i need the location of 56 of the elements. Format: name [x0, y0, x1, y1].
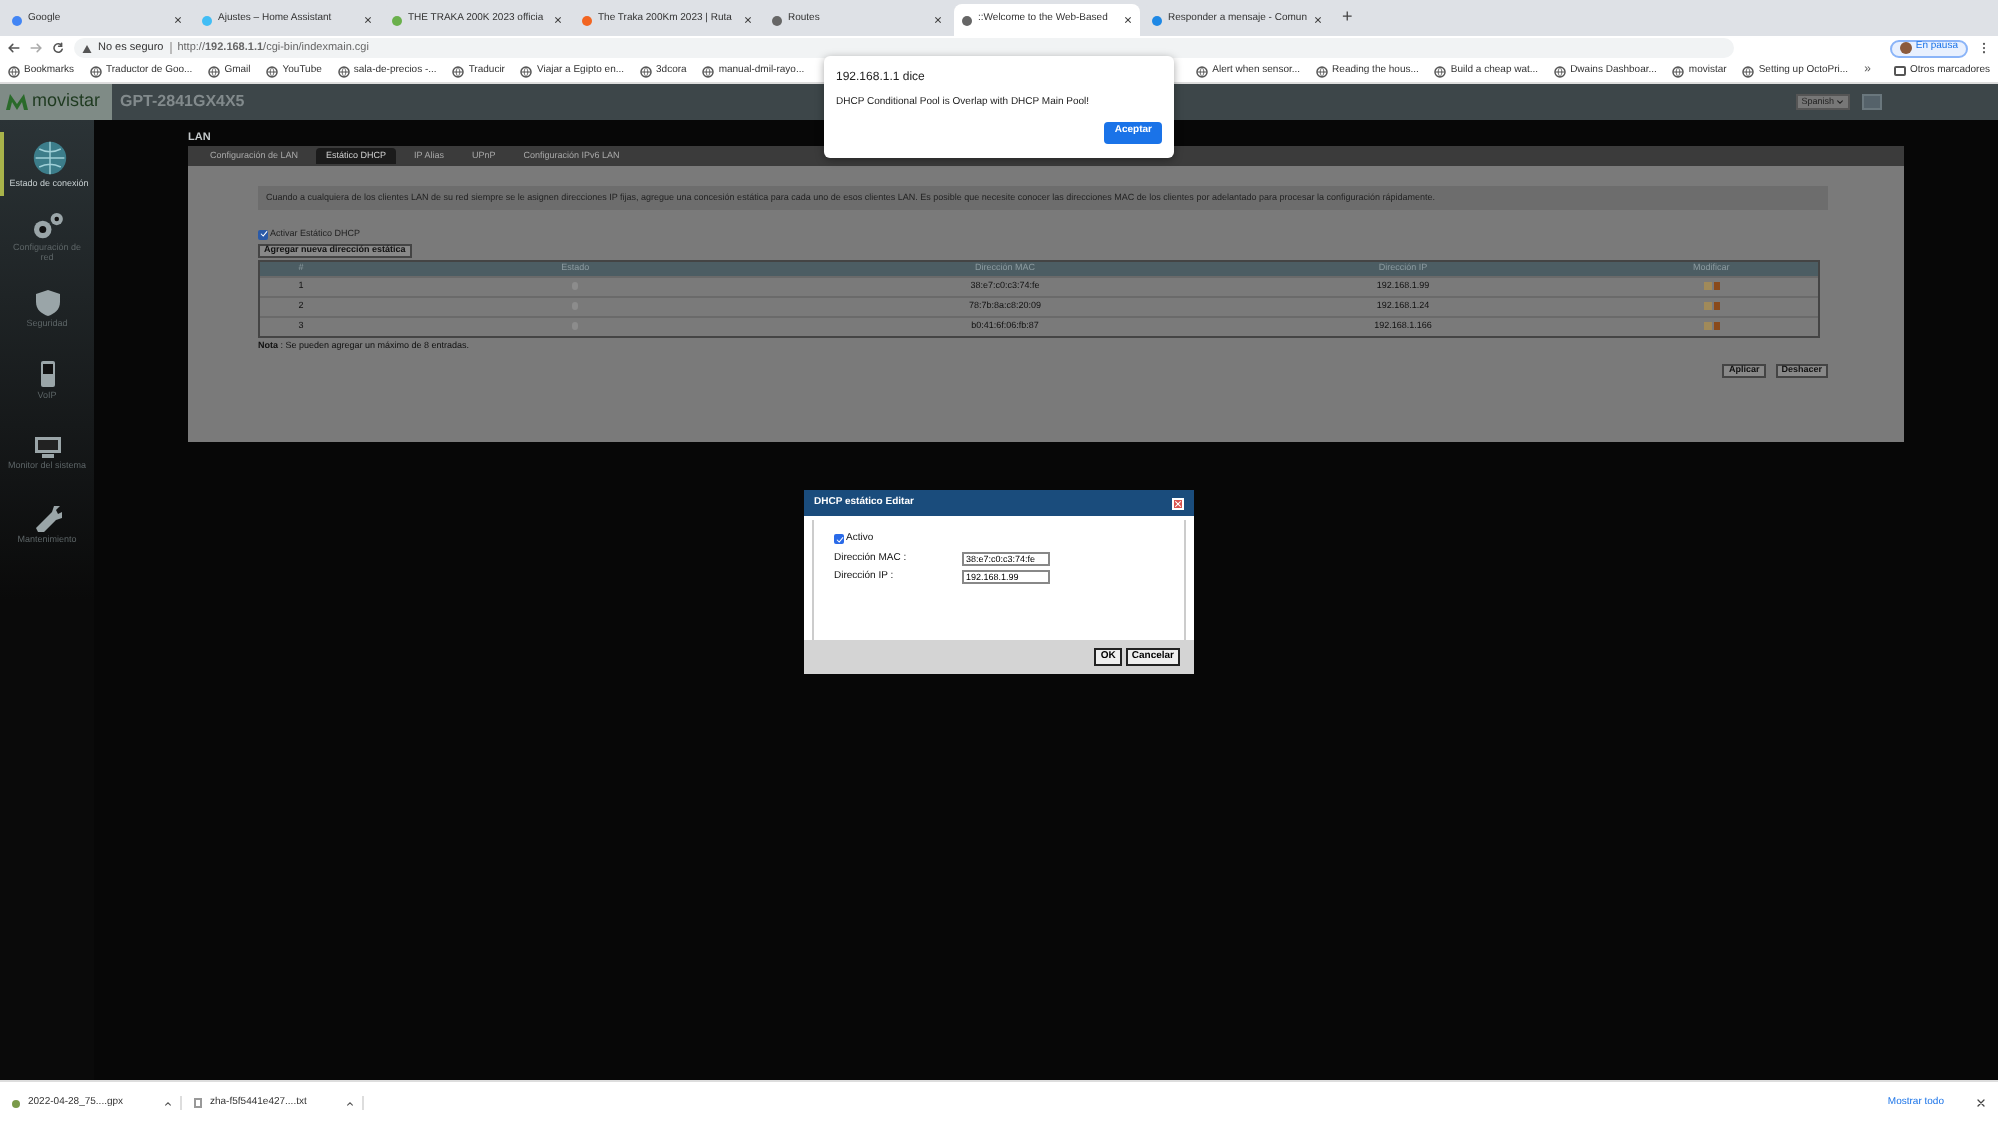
monitor-icon — [33, 435, 61, 457]
menu-icon — [1978, 42, 1990, 54]
reload-icon — [52, 42, 64, 54]
wrench-icon — [31, 504, 63, 532]
favicon-icon — [1152, 15, 1162, 25]
close-icon — [1976, 1098, 1986, 1108]
close-icon — [934, 16, 942, 24]
close-icon — [174, 16, 182, 24]
favicon-icon — [12, 15, 22, 25]
bookmark-icon — [1742, 65, 1755, 77]
bookmark-icon — [208, 65, 221, 77]
file-icon — [194, 1098, 202, 1108]
close-icon — [1314, 16, 1322, 24]
bookmark-icon — [520, 65, 533, 77]
check-icon — [835, 535, 843, 544]
bookmark-icon — [337, 65, 350, 77]
globe-icon — [31, 140, 67, 176]
favicon-icon — [962, 15, 972, 25]
close-icon — [1174, 499, 1182, 507]
bookmark-icon — [1196, 65, 1209, 77]
bookmark-icon — [90, 65, 103, 77]
gears-icon — [29, 211, 65, 239]
shield-icon — [35, 289, 59, 315]
bookmark-icon — [8, 65, 20, 77]
back-arrow-icon — [8, 42, 20, 54]
caret-icon — [1836, 98, 1844, 106]
logout-button[interactable] — [1862, 94, 1882, 110]
close-icon — [364, 16, 372, 24]
file-icon — [12, 1099, 20, 1107]
favicon-icon — [202, 15, 212, 25]
forward-arrow-icon — [30, 42, 42, 54]
favicon-icon — [582, 15, 592, 25]
favicon-icon — [392, 15, 402, 25]
new-tab-button[interactable]: + — [1342, 3, 1353, 30]
phone-icon — [39, 360, 55, 388]
bookmark-icon — [702, 65, 715, 77]
check-icon — [259, 230, 267, 239]
logo-icon — [6, 94, 28, 110]
avatar-icon — [1899, 42, 1912, 54]
warning-icon — [82, 43, 92, 53]
bookmark-icon — [1554, 65, 1567, 77]
logo: movistar — [0, 84, 112, 120]
close-icon — [554, 16, 562, 24]
close-icon — [1124, 16, 1132, 24]
model-title: GPT-2841GX4X5 — [120, 90, 245, 114]
close-icon — [744, 16, 752, 24]
bookmark-icon — [1434, 65, 1447, 77]
caret-icon — [164, 1099, 172, 1107]
bookmark-icon — [452, 65, 465, 77]
favicon-icon — [772, 15, 782, 25]
bookmark-icon — [1672, 65, 1685, 77]
close-button[interactable] — [1172, 497, 1184, 509]
bookmark-icon — [1316, 65, 1329, 77]
bookmark-icon — [640, 65, 653, 77]
caret-icon — [346, 1099, 354, 1107]
bookmark-icon — [266, 65, 279, 77]
